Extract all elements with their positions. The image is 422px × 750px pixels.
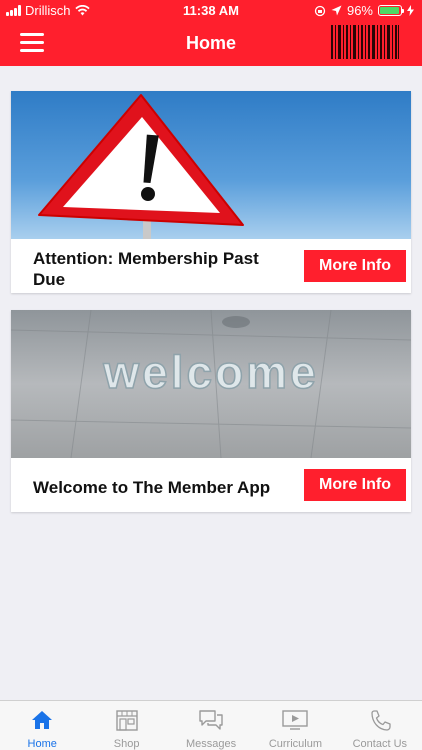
shop-icon: [115, 710, 138, 731]
menu-button[interactable]: [20, 33, 44, 53]
barcode-button[interactable]: [330, 23, 400, 61]
more-info-button[interactable]: More Info: [304, 250, 406, 282]
charging-icon: [407, 5, 414, 16]
video-icon: [282, 710, 309, 730]
battery-percent: 96%: [346, 3, 373, 18]
phone-icon: [371, 710, 391, 731]
tab-messages[interactable]: Messages: [169, 701, 253, 750]
messages-icon: [199, 710, 223, 730]
location-icon: [331, 5, 342, 16]
nav-bar: Home: [0, 20, 422, 66]
battery-icon: [378, 5, 404, 16]
welcome-image-text: welcome: [102, 346, 318, 398]
tab-label: Curriculum: [268, 738, 323, 750]
warning-sign-image: [11, 91, 411, 239]
status-right: 96%: [314, 3, 414, 18]
tab-label: Messages: [185, 738, 237, 750]
tab-home[interactable]: Home: [0, 701, 84, 750]
tab-bar: Home Shop Messages Curriculum Contact Us: [0, 700, 422, 750]
welcome-image: welcome: [11, 310, 411, 458]
tab-contact-us[interactable]: Contact Us: [338, 701, 422, 750]
announcement-card-welcome: welcome Welcome to The Member App More I…: [11, 310, 411, 512]
tab-label: Shop: [113, 738, 140, 750]
tab-shop[interactable]: Shop: [84, 701, 168, 750]
tab-curriculum[interactable]: Curriculum: [253, 701, 337, 750]
barcode-icon: [330, 23, 400, 61]
rotation-lock-icon: [314, 5, 326, 16]
home-icon: [32, 711, 53, 729]
card-title: Attention: Membership Past Due: [33, 249, 259, 289]
tab-label: Contact Us: [352, 738, 408, 750]
announcement-card-membership: Attention: Membership Past Due More Info: [11, 91, 411, 293]
battery-fill: [380, 7, 400, 14]
status-bar: Drillisch 11:38 AM 96%: [0, 0, 422, 20]
card-title: Welcome to The Member App: [33, 478, 271, 497]
more-info-button[interactable]: More Info: [304, 469, 406, 501]
tab-label: Home: [27, 738, 57, 750]
hamburger-menu-icon: [20, 33, 44, 36]
